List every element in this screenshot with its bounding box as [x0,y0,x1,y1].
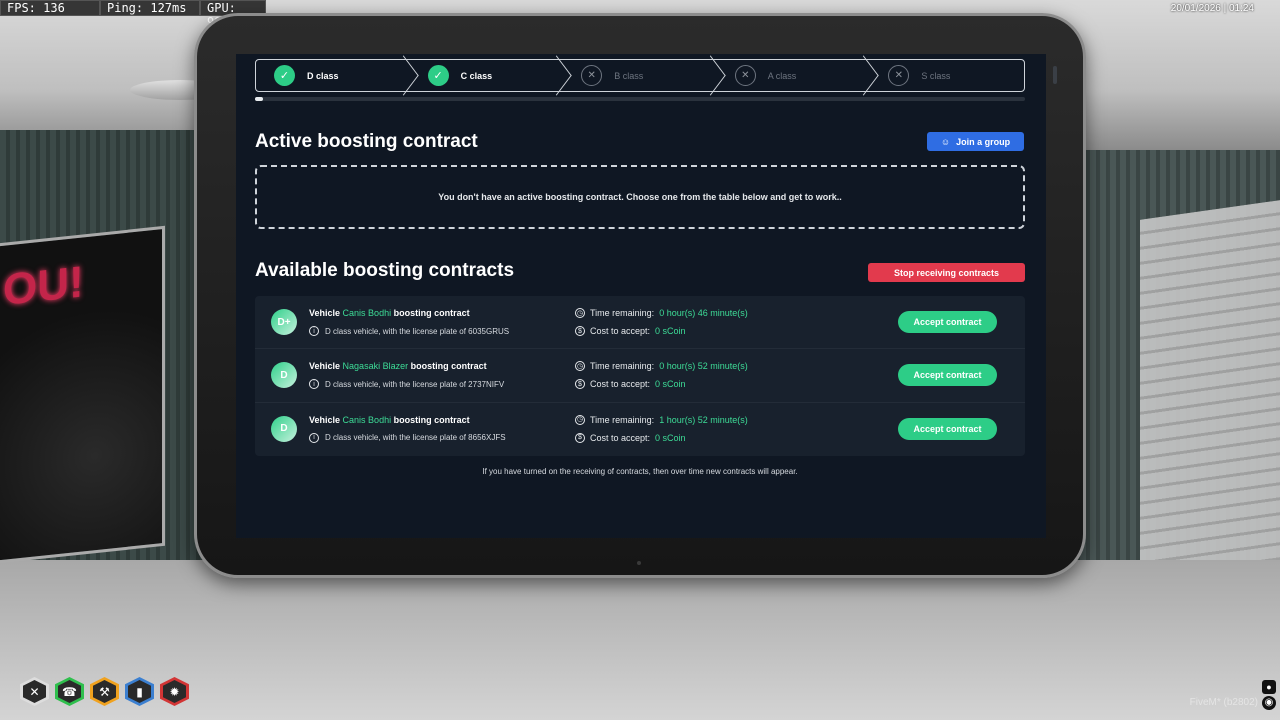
step-d-class: ✓ D class [256,60,410,91]
step-label: B class [614,70,644,81]
class-progress-bar [255,97,1025,101]
wrench-icon: ⚒ [90,677,119,706]
step-b-class: ✕ B class [563,60,717,91]
cross-icon: ✕ [888,65,910,86]
clock-icon: ◷ [575,414,585,425]
vehicle-name: Canis Bodhi [342,414,392,425]
contract-title: Vehicle Canis Bodhi boosting contract [309,415,470,425]
cross-icon: ✕ [734,65,756,86]
contract-title: Vehicle Nagasaki Blazer boosting contrac… [309,361,487,371]
check-icon: ✓ [427,65,449,86]
time-label: Time remaining: [590,414,655,425]
title-prefix: Vehicle [309,361,341,372]
status-icons: ✕ ☎ ⚒ ▮ ✹ [20,677,189,706]
mute-icon: ✕ [20,677,49,706]
contract-plate-text: D class vehicle, with the license plate … [325,379,505,389]
scene-floor [0,560,1280,720]
stop-receiving-contracts-button[interactable]: Stop receiving contracts [868,263,1025,282]
scene-poster: OU! [0,225,165,565]
tablet-camera [637,561,641,565]
cost-value: 0 sCoin [655,432,686,443]
title-prefix: Vehicle [309,414,341,425]
title-suffix: boosting contract [410,361,487,372]
time-value: 0 hour(s) 52 minute(s) [659,361,748,372]
contract-title: Vehicle Canis Bodhi boosting contract [309,308,470,318]
group-icon: ☺ [940,136,951,147]
contract-row: D+ Vehicle Canis Bodhi boosting contract… [255,296,1025,350]
contract-description: i D class vehicle, with the license plat… [309,326,509,336]
cost-label: Cost to accept: [590,432,651,443]
time-label: Time remaining: [590,308,655,318]
dollar-icon: $ [575,379,585,390]
step-a-class: ✕ A class [717,60,871,91]
class-avatar: D [271,415,297,442]
cost-label: Cost to accept: [590,326,651,336]
step-s-class: ✕ S class [870,60,1024,91]
clock-icon: ◷ [575,308,585,318]
class-avatar: D+ [271,309,297,335]
title-suffix: boosting contract [393,414,470,425]
vehicle-name: Nagasaki Blazer [342,361,409,372]
brain-icon: ✹ [160,677,189,706]
cross-icon: ✕ [581,65,603,86]
available-contracts-title: Available boosting contracts [255,260,515,281]
cost-value: 0 sCoin [655,326,686,336]
time-remaining: ◷ Time remaining: 0 hour(s) 46 minute(s) [575,308,748,318]
active-contract-title: Active boosting contract [255,131,478,152]
time-remaining: ◷ Time remaining: 1 hour(s) 52 minute(s) [575,414,748,425]
info-icon: i [309,432,319,443]
contract-description: i D class vehicle, with the license plat… [309,432,506,443]
class-avatar: D [271,362,297,389]
title-suffix: boosting contract [393,308,470,318]
time-value: 1 hour(s) 52 minute(s) [659,414,748,425]
vehicle-name: Canis Bodhi [342,308,392,318]
battery-icon: ▮ [125,677,154,706]
accept-contract-button[interactable]: Accept contract [898,364,997,387]
no-active-contract-text: You don't have an active boosting contra… [438,192,842,202]
time-label: Time remaining: [590,361,655,372]
join-group-button[interactable]: ☺ Join a group [927,132,1024,151]
cost-to-accept: $ Cost to accept: 0 sCoin [575,379,686,390]
step-label: D class [307,70,339,81]
contracts-table: D+ Vehicle Canis Bodhi boosting contract… [255,296,1025,456]
no-active-contract-box: You don't have an active boosting contra… [255,165,1025,229]
accept-contract-button[interactable]: Accept contract [898,311,997,333]
date-time: 20/01/2026 | 01:24 [1170,3,1254,14]
cost-label: Cost to accept: [590,379,651,390]
time-value: 0 hour(s) 46 minute(s) [659,308,748,318]
cost-to-accept: $ Cost to accept: 0 sCoin [575,432,686,443]
step-label: A class [767,70,797,81]
check-icon: ✓ [274,65,295,86]
clock-icon: ◷ [575,361,585,372]
dollar-icon: $ [575,432,585,443]
step-c-class: ✓ C class [410,60,564,91]
cost-value: 0 sCoin [655,379,686,390]
radio-icon: ◉ [1262,696,1276,710]
contracts-footer-note: If you have turned on the receiving of c… [482,467,798,476]
contract-row: D Vehicle Canis Bodhi boosting contract … [255,403,1025,456]
contract-plate-text: D class vehicle, with the license plate … [325,326,510,336]
info-icon: i [309,326,319,336]
class-stepper: ✓ D class ✓ C class ✕ B class ✕ A class … [255,59,1025,92]
contract-row: D Vehicle Nagasaki Blazer boosting contr… [255,349,1025,403]
contract-plate-text: D class vehicle, with the license plate … [325,433,506,443]
contract-description: i D class vehicle, with the license plat… [309,379,505,390]
fivem-build-label: FiveM* (b2802) [1189,697,1258,708]
scrollbar-thumb[interactable] [1053,66,1057,84]
ping-counter: Ping: 127ms [100,0,200,16]
step-label: S class [921,70,951,81]
dollar-icon: $ [575,326,585,336]
microphone-icon: ● [1262,680,1276,694]
accept-contract-button[interactable]: Accept contract [898,417,997,440]
join-group-label: Join a group [956,136,1011,147]
phone-icon: ☎ [55,677,84,706]
info-icon: i [309,379,319,390]
class-progress-fill [255,97,263,101]
cost-to-accept: $ Cost to accept: 0 sCoin [575,326,686,336]
time-remaining: ◷ Time remaining: 0 hour(s) 52 minute(s) [575,361,748,372]
fps-counter: FPS: 136 [0,0,100,16]
step-label: C class [460,70,493,81]
poster-neon: OU! [3,257,84,315]
title-prefix: Vehicle [309,308,341,318]
